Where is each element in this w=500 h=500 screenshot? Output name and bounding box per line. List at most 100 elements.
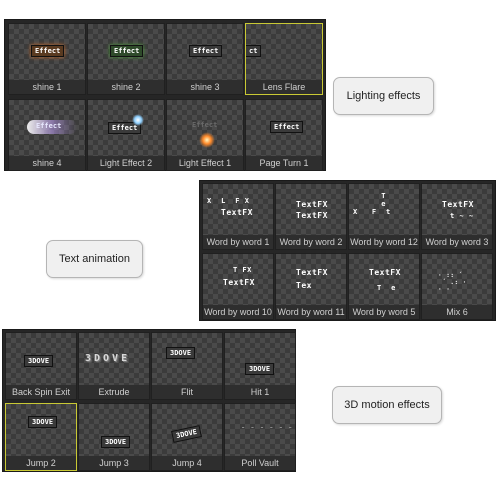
- motion-thumbnail: 3DOVE: [152, 333, 222, 385]
- text-anim-caption: Word by word 11: [276, 305, 346, 319]
- effect-thumbnail: Effect: [167, 100, 243, 156]
- text-anim-preview: TextFX: [221, 208, 253, 217]
- text-anim-thumbnail: T eX F t: [349, 184, 419, 235]
- effect-caption: shine 1: [9, 80, 85, 94]
- text-anim-tile-word-by-word-2[interactable]: TextFX TextFX Word by word 2: [275, 183, 347, 250]
- motion-caption: Jump 4: [152, 456, 222, 470]
- text-anim-caption: Mix 6: [422, 305, 492, 319]
- scattered-letters-icon: X L F X: [207, 197, 250, 205]
- motion-tile-jump-4[interactable]: 3DOVE Jump 4: [151, 403, 223, 471]
- effect-tile-shine-3[interactable]: Effect shine 3: [166, 23, 244, 95]
- text-anim-thumbnail: · :: ´ ´ .: · · ·: [422, 254, 492, 305]
- text-anim-caption: Word by word 10: [203, 305, 273, 319]
- motion-tile-jump-2[interactable]: 3DOVE Jump 2: [5, 403, 77, 471]
- effect-caption: shine 4: [9, 156, 85, 170]
- motion-caption: Jump 3: [79, 456, 149, 470]
- effect-preview-text: Effect: [31, 45, 65, 57]
- effect-thumbnail: Effect: [167, 24, 243, 80]
- effect-tile-shine-2[interactable]: Effect shine 2: [87, 23, 165, 95]
- effect-preview-text: Effect: [270, 121, 304, 133]
- effect-caption: Light Effect 2: [88, 156, 164, 170]
- effect-caption: shine 2: [88, 80, 164, 94]
- effect-preview-text: Effect: [189, 45, 223, 57]
- effect-thumbnail: Effect: [88, 100, 164, 156]
- motion-tile-extrude[interactable]: 3DOVE Extrude: [78, 332, 150, 400]
- text-animation-callout: Text animation: [46, 240, 143, 278]
- motion-thumbnail: - - - - - -: [225, 404, 295, 456]
- text-anim-preview: TextFX: [442, 200, 474, 209]
- effect-caption: shine 3: [167, 80, 243, 94]
- text-anim-tile-word-by-word-11[interactable]: TextFX Tex Word by word 11: [275, 253, 347, 320]
- effect-thumbnail: Effect: [9, 24, 85, 80]
- effect-thumbnail: Effect: [9, 100, 85, 156]
- text-anim-tile-word-by-word-1[interactable]: TextFX X L F X Word by word 1: [202, 183, 274, 250]
- effect-thumbnail: Effect: [246, 100, 322, 156]
- text-anim-preview: TextFX: [296, 268, 328, 277]
- effect-preview-text: ct: [246, 45, 262, 57]
- text-anim-thumbnail: TextFX TextFX: [276, 184, 346, 235]
- effect-caption: Light Effect 1: [167, 156, 243, 170]
- text-anim-caption: Word by word 3: [422, 235, 492, 249]
- effect-tile-light-effect-2[interactable]: Effect Light Effect 2: [87, 99, 165, 171]
- lighting-effects-grid: Effect shine 1 Effect shine 2 Effect shi…: [8, 23, 323, 171]
- motion-thumbnail: 3DOVE: [6, 404, 76, 456]
- motion-thumbnail: 3DOVE: [6, 333, 76, 385]
- star-flare-icon: [132, 114, 144, 126]
- text-anim-caption: Word by word 5: [349, 305, 419, 319]
- lighting-effects-panel: Effect shine 1 Effect shine 2 Effect shi…: [4, 19, 326, 171]
- motion-effects-grid: 3DOVE Back Spin Exit 3DOVE Extrude 3DOVE…: [5, 332, 296, 471]
- effect-preview-text: Effect: [110, 45, 144, 57]
- effect-tile-page-turn-1[interactable]: Effect Page Turn 1: [245, 99, 323, 171]
- text-anim-tile-word-by-word-10[interactable]: T FX TextFX Word by word 10: [202, 253, 274, 320]
- falling-letters-icon: T e: [377, 284, 396, 292]
- effect-tile-light-effect-1[interactable]: Effect Light Effect 1: [166, 99, 244, 171]
- effect-preview-text: Effect: [36, 122, 62, 130]
- text-animation-panel: TextFX X L F X Word by word 1 TextFX Tex…: [199, 180, 496, 321]
- text-anim-caption: Word by word 12: [349, 235, 419, 249]
- motion-tile-back-spin-exit[interactable]: 3DOVE Back Spin Exit: [5, 332, 77, 400]
- effect-tile-shine-1[interactable]: Effect shine 1: [8, 23, 86, 95]
- motion-tile-poll-vault[interactable]: - - - - - - Poll Vault: [224, 403, 296, 471]
- motion-tile-hit-1[interactable]: 3DOVE Hit 1: [224, 332, 296, 400]
- effect-tile-shine-4[interactable]: Effect shine 4: [8, 99, 86, 171]
- text-anim-preview: TextFX: [296, 200, 328, 209]
- particle-letters-icon: · :: ´ ´ .: · · ·: [438, 272, 467, 293]
- text-anim-tile-word-by-word-12[interactable]: T eX F t Word by word 12: [348, 183, 420, 250]
- effect-thumbnail: Effect: [88, 24, 164, 80]
- motion-tile-flit[interactable]: 3DOVE Flit: [151, 332, 223, 400]
- motion-caption: Back Spin Exit: [6, 385, 76, 399]
- motion-caption: Jump 2: [6, 456, 76, 470]
- motion-preview-text: 3DOVE: [245, 363, 275, 375]
- text-anim-tile-word-by-word-5[interactable]: TextFX T e Word by word 5: [348, 253, 420, 320]
- flattened-text-icon: - - - - - -: [241, 426, 293, 430]
- effect-preview-text: Effect: [192, 121, 218, 129]
- motion-effects-callout: 3D motion effects: [332, 386, 442, 424]
- motion-tile-jump-3[interactable]: 3DOVE Jump 3: [78, 403, 150, 471]
- text-animation-grid: TextFX X L F X Word by word 1 TextFX Tex…: [202, 183, 493, 320]
- motion-thumbnail: 3DOVE: [79, 333, 149, 385]
- lens-flare-icon: [199, 132, 215, 148]
- motion-effects-panel: 3DOVE Back Spin Exit 3DOVE Extrude 3DOVE…: [2, 329, 296, 472]
- text-anim-caption: Word by word 2: [276, 235, 346, 249]
- motion-caption: Poll Vault: [225, 456, 295, 470]
- falling-letters-icon: t ~ ~: [450, 212, 474, 220]
- text-anim-preview-2: TextFX: [296, 211, 328, 220]
- motion-caption: Extrude: [79, 385, 149, 399]
- text-anim-preview: TextFX: [223, 278, 255, 287]
- motion-thumbnail: 3DOVE: [225, 333, 295, 385]
- text-anim-tile-word-by-word-3[interactable]: TextFX t ~ ~ Word by word 3: [421, 183, 493, 250]
- motion-preview-text: 3DOVE: [101, 436, 131, 448]
- scattered-letters-icon: T FX: [233, 266, 252, 274]
- text-anim-tile-mix-6[interactable]: · :: ´ ´ .: · · · Mix 6: [421, 253, 493, 320]
- effect-caption: Page Turn 1: [246, 156, 322, 170]
- lighting-effects-callout: Lighting effects: [333, 77, 434, 115]
- motion-preview-text: 3DOVE: [166, 347, 196, 359]
- motion-thumbnail: 3DOVE: [79, 404, 149, 456]
- effect-tile-lens-flare[interactable]: ct Lens Flare: [245, 23, 323, 95]
- text-anim-preview-partial: Tex: [296, 281, 312, 290]
- text-anim-caption: Word by word 1: [203, 235, 273, 249]
- text-anim-thumbnail: TextFX T e: [349, 254, 419, 305]
- motion-caption: Flit: [152, 385, 222, 399]
- scattered-letters-icon: T eX F t: [353, 192, 391, 216]
- motion-preview-text: 3DOVE: [171, 425, 203, 443]
